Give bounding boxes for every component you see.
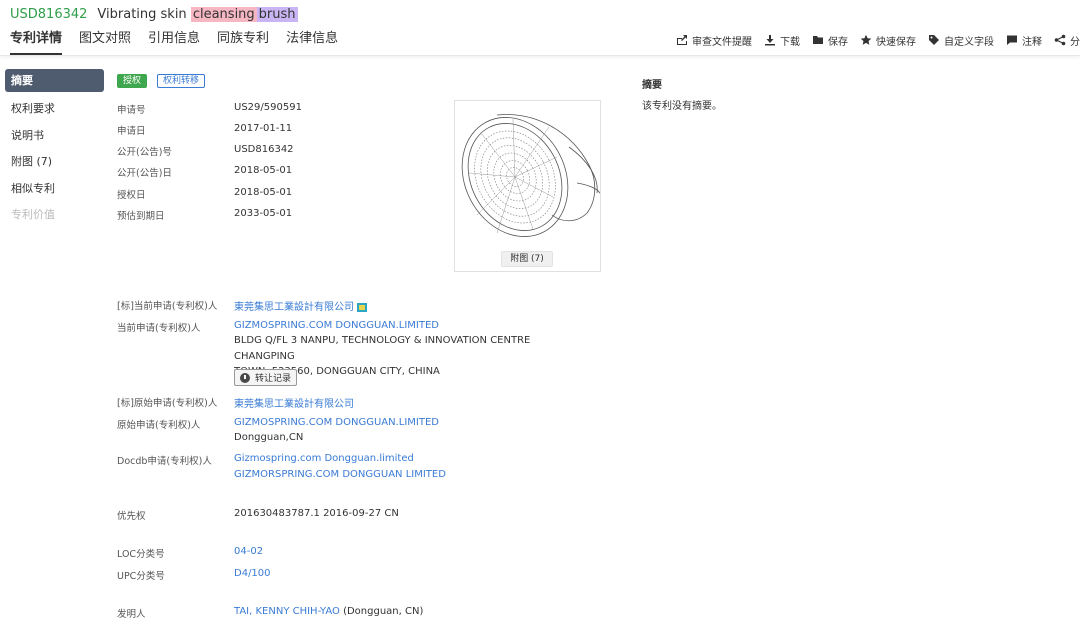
toolbar: 审查文件提醒 下载 保存 快速保存 自定义字段 注释 分 xyxy=(664,28,1080,52)
tab-bar: 专利详情 图文对照 引用信息 同族专利 法律信息 审查文件提醒 下载 保存 快速… xyxy=(0,28,1080,56)
docdb-assignee-link-2[interactable]: GIZMORSPRING.COM DONGGUAN LIMITED xyxy=(234,469,446,480)
status-badge-granted: 授权 xyxy=(117,74,148,88)
clock-icon xyxy=(240,372,250,383)
priority-value: 201630483787.1 2016-09-27 CN xyxy=(234,508,399,519)
docdb-assignee-link-1[interactable]: Gizmospring.com Dongguan.limited xyxy=(234,453,414,464)
loc-label: LOC分类号 xyxy=(117,549,165,560)
highlight-brush: brush xyxy=(256,6,298,22)
share-button[interactable]: 分 xyxy=(1054,33,1080,48)
tab-citations[interactable]: 引用信息 xyxy=(148,28,200,55)
inventor-link[interactable]: TAI, KENNY CHIH-YAO xyxy=(234,606,340,617)
tabs: 专利详情 图文对照 引用信息 同族专利 法律信息 xyxy=(10,28,355,55)
nav-description[interactable]: 说明书 xyxy=(5,123,104,150)
std-current-assignee-link[interactable]: 東莞集思工業設計有限公司 xyxy=(234,302,354,313)
pub-no-label: 公开(公告)号 xyxy=(117,147,172,158)
patent-number: USD816342 xyxy=(10,6,88,22)
nav-abstract[interactable]: 摘要 xyxy=(5,69,104,92)
app-no: US29/590591 xyxy=(234,102,302,113)
share-icon xyxy=(1054,34,1066,46)
tab-text-image[interactable]: 图文对照 xyxy=(79,28,131,55)
brush-drawing xyxy=(461,114,600,237)
priority-label: 优先权 xyxy=(117,511,146,522)
download-icon xyxy=(765,35,775,46)
tab-family[interactable]: 同族专利 xyxy=(217,28,269,55)
download-button[interactable]: 下载 xyxy=(764,33,800,48)
custom-field-button[interactable]: 自定义字段 xyxy=(928,33,994,48)
tab-patent-details[interactable]: 专利详情 xyxy=(10,28,63,55)
patent-title: USD816342 Vibrating skin cleansing brush xyxy=(10,4,298,24)
highlight-cleansing: cleansing xyxy=(190,6,257,22)
nav-similar-patents[interactable]: 相似专利 xyxy=(5,176,104,203)
upc-link[interactable]: D4/100 xyxy=(234,568,271,579)
review-reminder-button[interactable]: 审查文件提醒 xyxy=(676,33,752,48)
save-button[interactable]: 保存 xyxy=(812,33,848,48)
pub-date: 2018-05-01 xyxy=(234,165,293,176)
current-assignee-link[interactable]: GIZMOSPRING.COM DONGGUAN.LIMITED xyxy=(234,320,439,331)
comment-icon xyxy=(1007,35,1017,45)
app-date-label: 申请日 xyxy=(117,126,146,137)
grant-date: 2018-05-01 xyxy=(234,187,293,198)
upc-label: UPC分类号 xyxy=(117,571,165,582)
orig-assignee-link[interactable]: GIZMOSPRING.COM DONGGUAN.LIMITED xyxy=(234,417,439,428)
std-orig-assignee-label: [标]原始申请(专利权)人 xyxy=(117,398,218,409)
loc-link[interactable]: 04-02 xyxy=(234,546,263,557)
abstract-text: 该专利没有摘要。 xyxy=(642,101,722,112)
docdb-assignee-label: Docdb申请(专利权)人 xyxy=(117,456,212,467)
std-current-assignee: 東莞集思工業設計有限公司 xyxy=(234,298,367,313)
inventor: TAI, KENNY CHIH-YAO (Dongguan, CN) xyxy=(234,606,423,617)
grant-date-label: 授权日 xyxy=(117,190,146,201)
tab-legal[interactable]: 法律信息 xyxy=(286,28,338,55)
app-date: 2017-01-11 xyxy=(234,123,293,134)
inventor-location: (Dongguan, CN) xyxy=(343,606,424,617)
company-flag-icon xyxy=(357,302,367,312)
app-no-label: 申请号 xyxy=(117,105,146,116)
expiry-date: 2033-05-01 xyxy=(234,208,293,219)
folder-icon xyxy=(813,36,823,44)
pub-no: USD816342 xyxy=(234,144,294,155)
orig-assignee-location: Dongguan,CN xyxy=(234,432,304,443)
tag-icon xyxy=(929,35,939,45)
status-badge-transfer[interactable]: 权利转移 xyxy=(157,74,206,88)
abstract-title: 摘要 xyxy=(642,80,662,91)
patent-title-text: Vibrating skin cleansing brush xyxy=(97,6,298,22)
transfer-record-button[interactable]: 转让记录 xyxy=(234,369,298,386)
export-icon xyxy=(677,35,687,45)
std-orig-assignee-link[interactable]: 東莞集思工業設計有限公司 xyxy=(234,395,354,410)
annotate-button[interactable]: 注释 xyxy=(1006,33,1042,48)
orig-assignee-label: 原始申请(专利权)人 xyxy=(117,420,201,431)
nav-claims[interactable]: 权利要求 xyxy=(5,96,104,123)
sidebar-nav: 摘要 权利要求 说明书 附图 (7) 相似专利 专利价值 xyxy=(5,69,104,229)
drawings-button[interactable]: 附图 (7) xyxy=(501,251,553,267)
std-current-assignee-label: [标]当前申请(专利权)人 xyxy=(117,301,218,312)
nav-patent-value: 专利价值 xyxy=(11,208,55,221)
nav-drawings[interactable]: 附图 (7) xyxy=(5,149,104,176)
expiry-label: 预估到期日 xyxy=(117,211,165,222)
quick-save-button[interactable]: 快速保存 xyxy=(860,33,916,48)
inventor-label: 发明人 xyxy=(117,609,146,620)
star-icon xyxy=(860,34,872,45)
current-assignee-label: 当前申请(专利权)人 xyxy=(117,323,201,334)
drawing-thumbnail[interactable]: 附图 (7) xyxy=(454,100,601,272)
pub-date-label: 公开(公告)日 xyxy=(117,168,172,179)
